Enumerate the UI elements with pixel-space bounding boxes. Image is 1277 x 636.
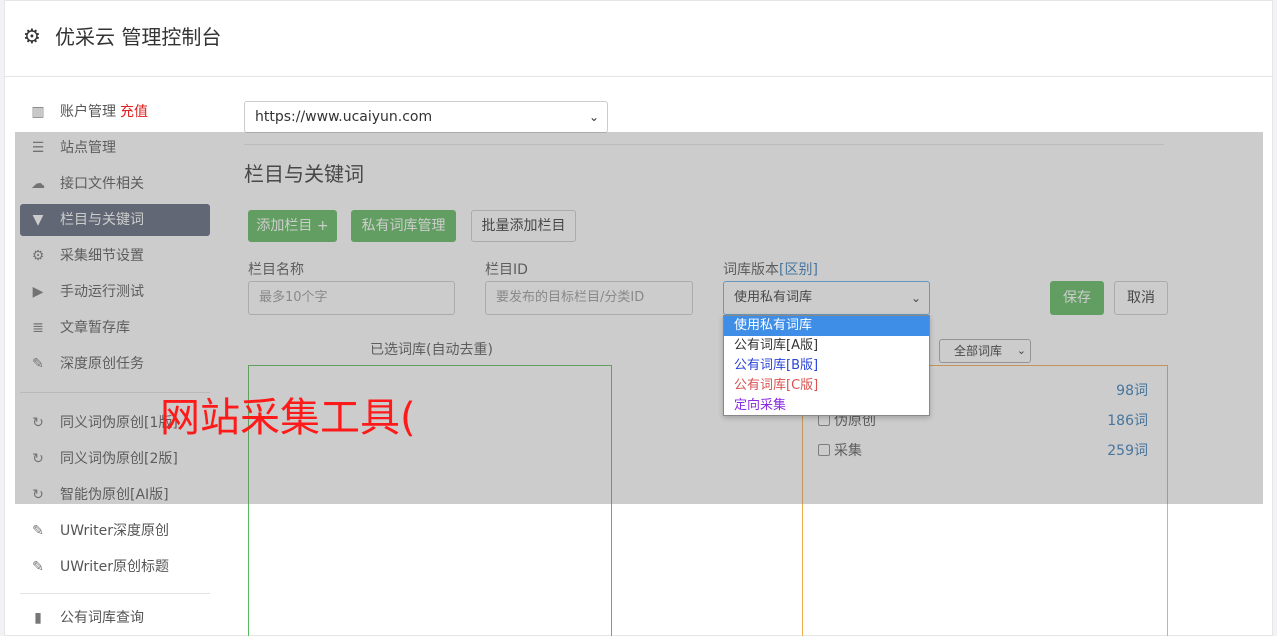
- sidebar-item-uwriter-title[interactable]: ✎ UWriter原创标题: [20, 551, 210, 583]
- header: ⚙ 优采云 管理控制台: [5, 1, 1272, 77]
- site-select-value: https://www.ucaiyun.com: [255, 109, 433, 125]
- dropdown-option-public-a[interactable]: 公有词库[A版]: [724, 336, 929, 356]
- edit-icon: ✎: [32, 559, 44, 575]
- chevron-down-icon: ⌄: [588, 110, 599, 124]
- sidebar-item-label: 账户管理: [60, 104, 116, 120]
- sidebar-item-label: 公有词库查询: [60, 610, 144, 626]
- dropdown-option-public-b[interactable]: 公有词库[B版]: [724, 356, 929, 376]
- bar-chart-icon: ▥: [31, 104, 45, 120]
- dropdown-option-private[interactable]: 使用私有词库: [724, 316, 929, 336]
- sidebar-item-label: UWriter原创标题: [60, 559, 169, 575]
- book-icon: ▮: [34, 610, 42, 626]
- sidebar-item-label: UWriter深度原创: [60, 523, 169, 539]
- site-select[interactable]: https://www.ucaiyun.com ⌄: [244, 101, 608, 133]
- sidebar-divider: [20, 593, 210, 594]
- sidebar-item-public-lib-query[interactable]: ▮ 公有词库查询: [20, 602, 210, 634]
- sidebar-item-uwriter-deep[interactable]: ✎ UWriter深度原创: [20, 515, 210, 547]
- edit-icon: ✎: [32, 523, 44, 539]
- watermark-text: 网站采集工具(: [160, 395, 416, 441]
- recharge-link[interactable]: 充值: [120, 104, 148, 120]
- dim-overlay: [15, 132, 1263, 504]
- dropdown-option-targeted[interactable]: 定向采集: [724, 396, 929, 416]
- sidebar-item-account[interactable]: ▥ 账户管理 充值: [20, 96, 210, 128]
- dropdown-option-public-c[interactable]: 公有词库[C版]: [724, 376, 929, 396]
- lib-version-dropdown: 使用私有词库 公有词库[A版] 公有词库[B版] 公有词库[C版] 定向采集: [723, 315, 930, 416]
- gear-icon: ⚙: [23, 24, 41, 48]
- page-title: 优采云 管理控制台: [55, 25, 222, 49]
